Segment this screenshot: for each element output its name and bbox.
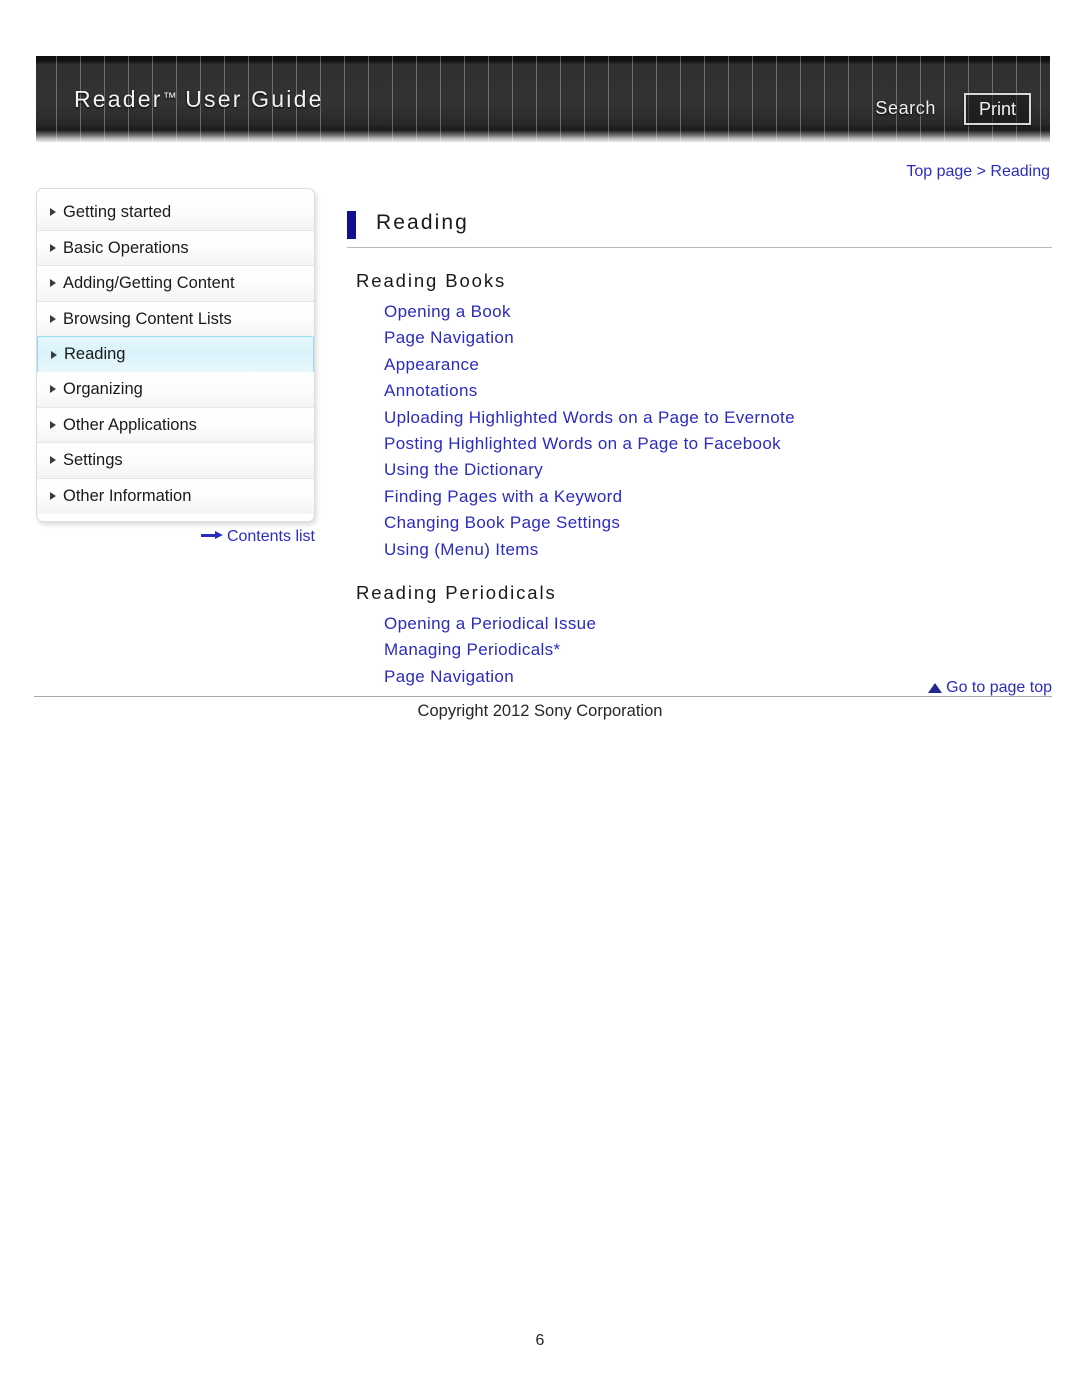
link-posting-highlighted-words-facebook[interactable]: Posting Highlighted Words on a Page to F… xyxy=(384,431,1052,457)
link-using-the-dictionary[interactable]: Using the Dictionary xyxy=(384,457,1052,483)
link-appearance[interactable]: Appearance xyxy=(384,352,1052,378)
sidebar-item-label: Other Information xyxy=(63,486,192,505)
go-to-page-top-link[interactable]: Go to page top xyxy=(36,679,1052,697)
link-uploading-highlighted-words-evernote[interactable]: Uploading Highlighted Words on a Page to… xyxy=(384,405,1052,431)
main-content: Reading Reading Books Opening a Book Pag… xyxy=(347,208,1052,690)
bullet-triangle-icon xyxy=(50,492,56,501)
contents-list-link[interactable]: Contents list xyxy=(36,528,315,546)
link-opening-a-periodical-issue[interactable]: Opening a Periodical Issue xyxy=(384,611,1052,637)
sidebar-item-organizing[interactable]: Organizing xyxy=(37,372,314,408)
sidebar-item-label: Settings xyxy=(63,451,123,469)
footer-divider xyxy=(34,696,1052,697)
user-guide-page: Reader™ User Guide Search Print Top page… xyxy=(0,0,1080,1397)
app-title-suffix: User Guide xyxy=(176,86,324,112)
sidebar-item-browsing-content-lists[interactable]: Browsing Content Lists xyxy=(37,301,314,337)
bullet-triangle-icon xyxy=(50,314,56,323)
header-banner: Reader™ User Guide Search Print xyxy=(36,56,1050,142)
title-accent-bar xyxy=(347,211,356,239)
sidebar-item-adding-getting-content[interactable]: Adding/Getting Content xyxy=(37,266,314,302)
link-managing-periodicals[interactable]: Managing Periodicals* xyxy=(384,637,1052,663)
page-number: 6 xyxy=(535,1332,545,1349)
trademark-icon: ™ xyxy=(162,89,177,105)
sidebar-item-label: Basic Operations xyxy=(63,238,189,257)
sidebar-item-basic-operations[interactable]: Basic Operations xyxy=(37,230,314,266)
sidebar-item-label: Other Applications xyxy=(63,415,197,434)
sidebar-item-getting-started[interactable]: Getting started xyxy=(37,195,314,231)
app-title-text: Reader xyxy=(74,86,163,112)
copyright-text: Copyright 2012 Sony Corporation xyxy=(417,702,663,720)
sidebar-item-other-applications[interactable]: Other Applications xyxy=(37,407,314,443)
link-opening-a-book[interactable]: Opening a Book xyxy=(384,299,1052,325)
sidebar-item-other-information[interactable]: Other Information xyxy=(37,478,314,514)
bullet-triangle-icon xyxy=(50,208,56,217)
link-changing-book-page-settings[interactable]: Changing Book Page Settings xyxy=(384,510,1052,536)
sidebar-nav: Getting started Basic Operations Adding/… xyxy=(36,188,315,522)
app-title: Reader™ User Guide xyxy=(74,86,324,113)
sidebar-item-label: Getting started xyxy=(63,203,172,221)
sidebar-item-label: Organizing xyxy=(63,380,143,398)
sidebar-item-settings[interactable]: Settings xyxy=(37,443,314,479)
link-list-reading-books: Opening a Book Page Navigation Appearanc… xyxy=(384,299,1052,563)
link-finding-pages-with-a-keyword[interactable]: Finding Pages with a Keyword xyxy=(384,484,1052,510)
contents-list-label: Contents list xyxy=(226,528,315,545)
section-title-reading-periodicals: Reading Periodicals xyxy=(356,582,557,604)
page-title: Reading xyxy=(376,211,469,234)
bullet-triangle-icon xyxy=(50,420,56,429)
bullet-triangle-icon xyxy=(50,456,56,465)
sidebar-item-reading[interactable]: Reading xyxy=(37,336,314,373)
go-to-page-top-label: Go to page top xyxy=(946,679,1052,696)
print-button[interactable]: Print xyxy=(964,93,1031,125)
breadcrumb[interactable]: Top page > Reading xyxy=(906,163,1050,181)
up-triangle-icon xyxy=(928,683,943,693)
link-annotations[interactable]: Annotations xyxy=(384,378,1052,404)
bullet-triangle-icon xyxy=(50,385,56,394)
search-button[interactable]: Search xyxy=(875,98,936,119)
link-using-menu-items[interactable]: Using (Menu) Items xyxy=(384,537,1052,563)
bullet-triangle-icon xyxy=(50,279,56,288)
link-page-navigation[interactable]: Page Navigation xyxy=(384,325,1052,351)
bullet-triangle-icon xyxy=(51,350,57,359)
bullet-triangle-icon xyxy=(50,243,56,252)
section-title-reading-books: Reading Books xyxy=(356,270,507,291)
page-title-area: Reading xyxy=(347,208,1052,248)
sidebar-item-label: Browsing Content Lists xyxy=(63,309,232,328)
right-arrow-icon xyxy=(200,531,223,540)
sidebar-item-label: Adding/Getting Content xyxy=(63,274,235,292)
sidebar-item-label: Reading xyxy=(64,345,126,363)
